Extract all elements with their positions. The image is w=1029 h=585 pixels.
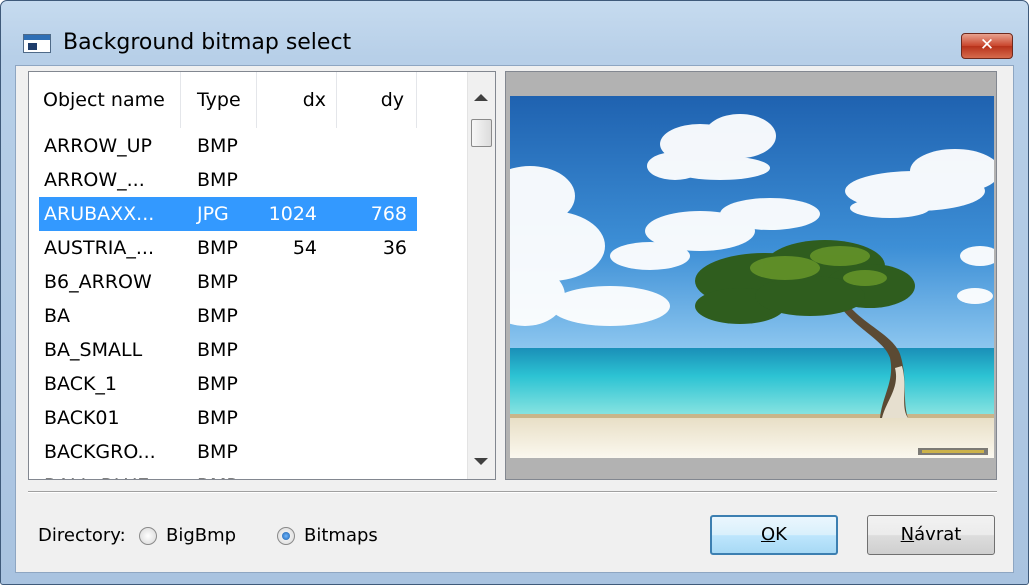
list-item[interactable]: ARUBAXX... JPG 1024 768 xyxy=(39,197,417,231)
ok-mnemonic: O xyxy=(761,524,776,545)
list-item[interactable]: BALL_BLUE BMP xyxy=(39,469,417,479)
item-name: BACK01 xyxy=(44,407,120,429)
separator-line xyxy=(28,491,997,493)
list-item[interactable]: BA_SMALL BMP xyxy=(39,333,417,367)
triangle-up-icon[interactable] xyxy=(474,94,488,101)
column-header-dy[interactable]: dy xyxy=(337,72,417,128)
item-name: ARROW_UP xyxy=(44,135,153,157)
vertical-scrollbar[interactable] xyxy=(467,72,495,479)
column-header-object-name[interactable]: Object name xyxy=(29,72,181,128)
ok-label-rest: K xyxy=(775,524,787,545)
ok-button[interactable]: OK xyxy=(710,515,838,555)
radio-label-bigbmp[interactable]: BigBmp xyxy=(166,525,236,546)
list-item[interactable]: BACK_1 BMP xyxy=(39,367,417,401)
list-item[interactable]: BACKGRO... BMP xyxy=(39,435,417,469)
item-name: BACKGRO... xyxy=(44,441,156,463)
item-type: BMP xyxy=(197,339,238,361)
list-item[interactable]: BA BMP xyxy=(39,299,417,333)
item-type: BMP xyxy=(197,373,238,395)
item-name: BALL_BLUE xyxy=(44,469,149,479)
triangle-down-icon[interactable] xyxy=(474,458,488,465)
item-dy: 768 xyxy=(370,203,407,225)
beach-tree-picture xyxy=(510,96,994,458)
item-name: ARROW_... xyxy=(44,169,145,191)
list-item[interactable]: BACK01 BMP xyxy=(39,401,417,435)
item-type: BMP xyxy=(197,305,238,327)
item-type: BMP xyxy=(197,271,238,293)
list-item[interactable]: AUSTRIA_... BMP 54 36 xyxy=(39,231,417,265)
bitmap-preview-image xyxy=(510,96,994,458)
title-bar[interactable]: Background bitmap select ✕ xyxy=(1,1,1028,71)
window-icon xyxy=(23,34,51,53)
radio-selected-dot xyxy=(282,532,290,540)
item-name: ARUBAXX... xyxy=(44,203,155,225)
close-button[interactable]: ✕ xyxy=(961,33,1013,59)
list-header: Object name Type dx dy xyxy=(29,72,467,128)
list-item[interactable]: B6_ARROW BMP xyxy=(39,265,417,299)
item-type: JPG xyxy=(197,203,229,225)
list-item[interactable]: ARROW_... BMP xyxy=(39,163,417,197)
item-dx: 1024 xyxy=(268,203,317,225)
item-type: BMP xyxy=(197,169,238,191)
item-type: BMP xyxy=(197,441,238,463)
radio-bigbmp[interactable] xyxy=(139,527,157,545)
radio-bitmaps[interactable] xyxy=(277,527,295,545)
item-dy: 36 xyxy=(382,237,407,259)
item-type: BMP xyxy=(197,135,238,157)
item-name: BACK_1 xyxy=(44,373,118,395)
bitmap-preview-panel xyxy=(505,71,997,480)
item-name: B6_ARROW xyxy=(44,271,152,293)
window-title: Background bitmap select xyxy=(63,30,352,55)
item-name: AUSTRIA_... xyxy=(44,237,154,259)
cancel-button[interactable]: Návrat xyxy=(867,515,995,555)
cancel-mnemonic: N xyxy=(900,524,915,545)
close-icon: ✕ xyxy=(979,35,995,55)
column-header-dx[interactable]: dx xyxy=(257,72,337,128)
bitmap-list[interactable]: Object name Type dx dy ARROW_UP BMP ARROW_… xyxy=(28,71,496,480)
item-type: BMP xyxy=(197,407,238,429)
item-type: BMP xyxy=(197,469,238,479)
directory-label: Directory: xyxy=(38,525,126,546)
radio-label-bitmaps[interactable]: Bitmaps xyxy=(304,525,378,546)
item-name: BA_SMALL xyxy=(44,339,143,361)
column-header-type[interactable]: Type xyxy=(181,72,257,128)
item-type: BMP xyxy=(197,237,238,259)
item-name: BA xyxy=(44,305,71,327)
item-dx: 54 xyxy=(292,237,317,259)
scrollbar-thumb[interactable] xyxy=(471,119,492,147)
list-item[interactable]: ARROW_UP BMP xyxy=(39,129,417,163)
cancel-label-rest: ávrat xyxy=(914,524,962,545)
